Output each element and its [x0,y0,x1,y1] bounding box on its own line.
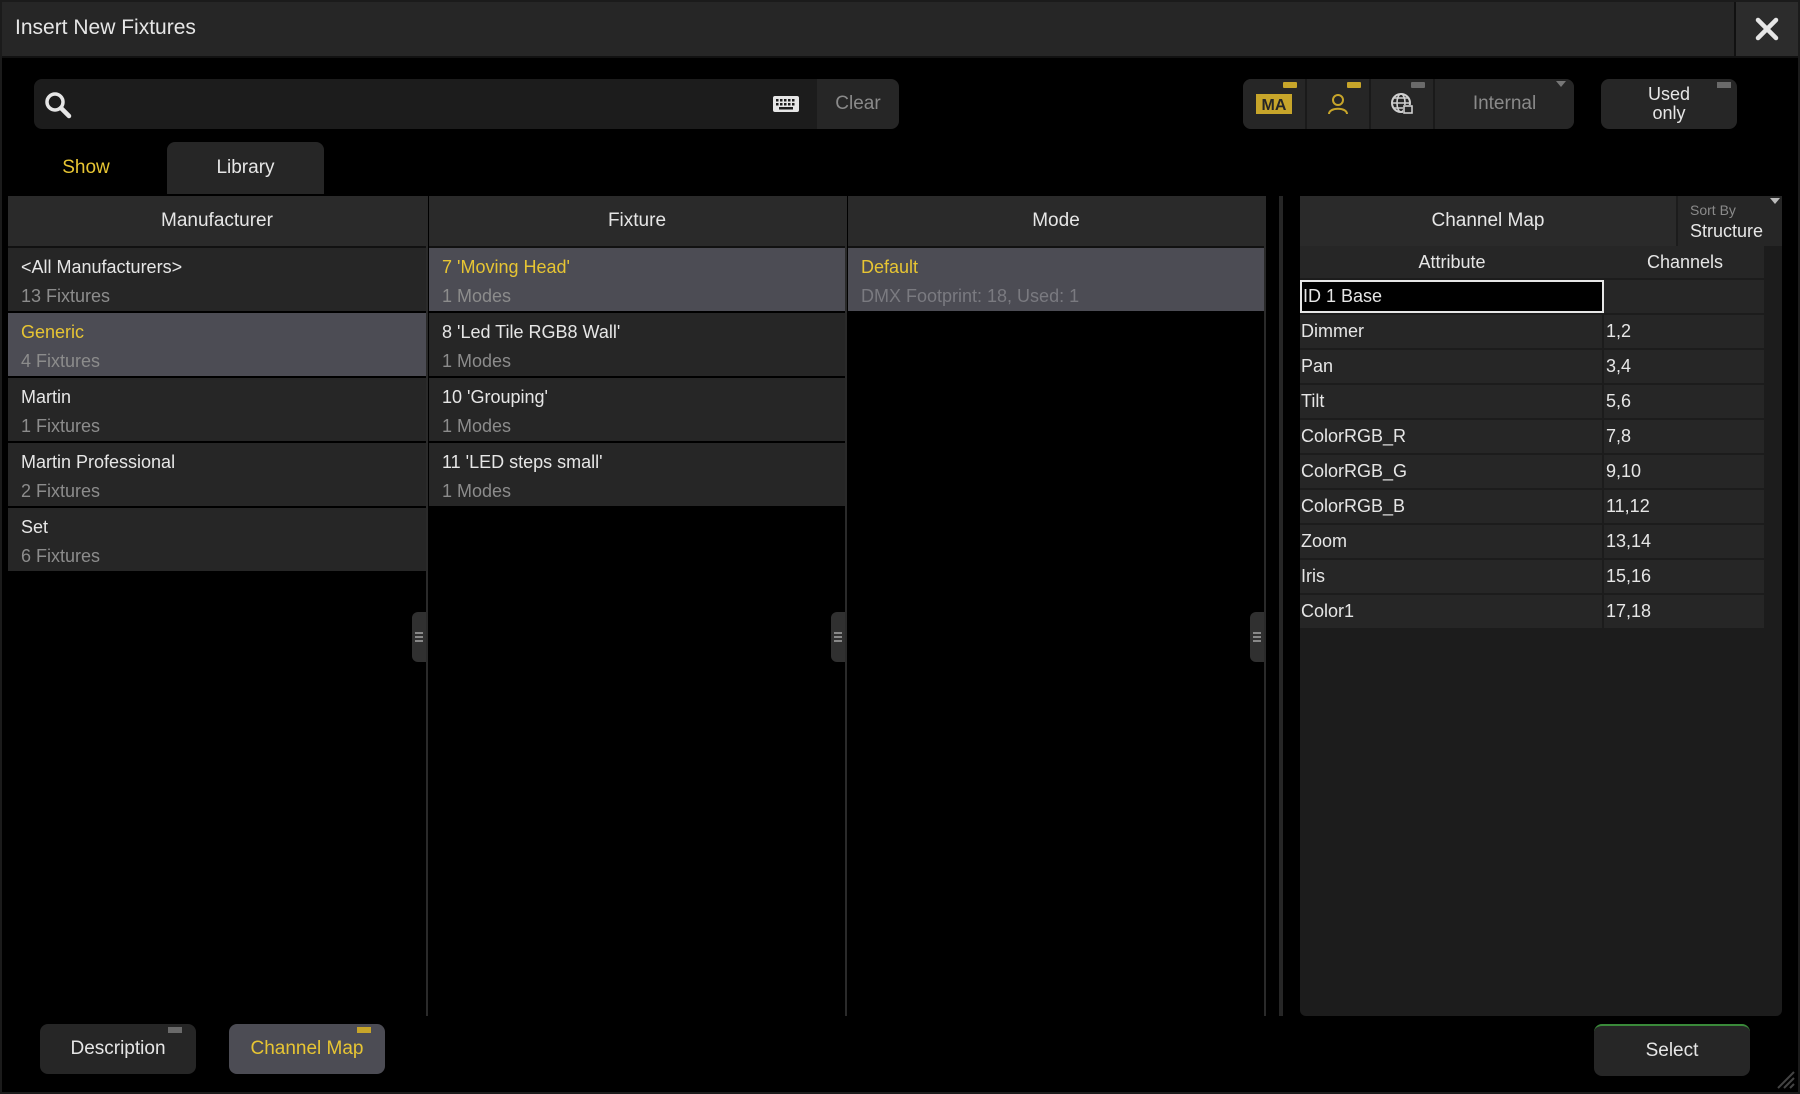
channels-column-header: Channels [1646,251,1724,272]
led-indicator [1411,82,1425,88]
channel-map-row[interactable]: ColorRGB_G 9,10 [1300,455,1764,490]
channel-map-row[interactable]: Color1 17,18 [1300,595,1764,630]
sort-by-value: Structure [1690,221,1764,241]
sort-by-dropdown[interactable]: Sort By Structure [1678,196,1782,246]
title-bar: Insert New Fixtures [2,2,1798,58]
fixture-item[interactable]: 7 'Moving Head' 1 Modes [429,248,845,311]
insert-fixtures-window: Insert New Fixtures Clear MA Internal Us… [0,0,1800,1094]
mode-item[interactable]: Default DMX Footprint: 18, Used: 1 [848,248,1264,311]
column-resize-handle[interactable] [412,612,426,662]
manufacturer-item[interactable]: Set 6 Fixtures [8,508,426,571]
led-indicator [1717,82,1731,88]
attribute-column-header: Attribute [1418,251,1486,272]
channel-map-row[interactable]: ID 1 Base [1300,280,1764,315]
ma-logo-icon: MA [1256,94,1292,114]
manufacturer-header: Manufacturer [8,196,426,248]
manufacturer-item[interactable]: Martin Professional 2 Fixtures [8,443,426,506]
channel-map-button[interactable]: Channel Map [229,1024,385,1074]
globe-icon [1391,93,1413,114]
user-icon [1328,94,1348,115]
search-icon [45,92,72,119]
ma-filter-button[interactable]: MA [1243,79,1305,129]
source-filter-group: MA Internal [1243,79,1574,129]
column-resize-handle[interactable] [1250,612,1264,662]
column-divider [1264,196,1266,1016]
led-indicator [1347,82,1361,88]
column-divider [426,196,428,1016]
fixture-item[interactable]: 10 'Grouping' 1 Modes [429,378,845,441]
keyboard-icon[interactable] [772,93,800,115]
mode-header: Mode [848,196,1264,248]
channel-map-row[interactable]: Iris 15,16 [1300,560,1764,595]
column-resize-handle[interactable] [831,612,845,662]
description-label: Description [70,1038,166,1059]
close-icon [1755,17,1779,41]
panel-divider [1279,196,1283,1016]
used-only-label: Used only [1647,84,1691,123]
fixture-item[interactable]: 11 'LED steps small' 1 Modes [429,443,845,506]
internal-filter-button[interactable]: Internal [1435,79,1574,129]
mode-column: Mode Default DMX Footprint: 18, Used: 1 [848,196,1264,1016]
manufacturer-item[interactable]: Martin 1 Fixtures [8,378,426,441]
manufacturer-item[interactable]: <All Manufacturers> 13 Fixtures [8,248,426,311]
fixture-header: Fixture [429,196,845,248]
channel-map-label: Channel Map [250,1038,364,1059]
select-label: Select [1645,1040,1699,1061]
dropdown-indicator-icon [1556,81,1566,87]
window-title: Insert New Fixtures [15,16,196,39]
channel-map-row[interactable]: Tilt 5,6 [1300,385,1764,420]
search-input[interactable] [86,85,760,125]
user-filter-button[interactable] [1307,79,1369,129]
sort-by-label: Sort By [1690,202,1736,218]
used-only-button[interactable]: Used only [1601,79,1737,129]
tab-show[interactable]: Show [26,142,146,194]
led-indicator [168,1027,182,1033]
description-button[interactable]: Description [40,1024,196,1074]
dropdown-indicator-icon [1770,198,1780,204]
tab-library[interactable]: Library [167,142,324,194]
svg-text:MA: MA [1262,97,1287,114]
manufacturer-item[interactable]: Generic 4 Fixtures [8,313,426,376]
close-button[interactable] [1734,2,1798,56]
led-indicator [357,1027,371,1033]
fixture-column: Fixture 7 'Moving Head' 1 Modes 8 'Led T… [429,196,845,1016]
led-indicator [1283,82,1297,88]
channel-map-header: Channel Map [1300,196,1676,246]
channel-map-row[interactable]: Dimmer 1,2 [1300,315,1764,350]
web-filter-button[interactable] [1371,79,1433,129]
search-bar: Clear [34,79,899,129]
channel-map-row[interactable]: Pan 3,4 [1300,350,1764,385]
channel-map-panel: Channel Map Sort By Structure Attribute … [1300,196,1782,1016]
clear-button[interactable]: Clear [817,79,899,129]
channel-map-row[interactable]: ColorRGB_B 11,12 [1300,490,1764,525]
channel-map-row[interactable]: Zoom 13,14 [1300,525,1764,560]
fixture-item[interactable]: 8 'Led Tile RGB8 Wall' 1 Modes [429,313,845,376]
channel-map-row[interactable]: ColorRGB_R 7,8 [1300,420,1764,455]
channel-map-column-headers: Attribute Channels [1300,246,1764,278]
column-divider [845,196,847,1016]
manufacturer-column: Manufacturer <All Manufacturers> 13 Fixt… [8,196,426,1016]
resize-grip-icon[interactable] [1772,1066,1796,1090]
select-button[interactable]: Select [1594,1024,1750,1076]
internal-label: Internal [1472,93,1537,114]
